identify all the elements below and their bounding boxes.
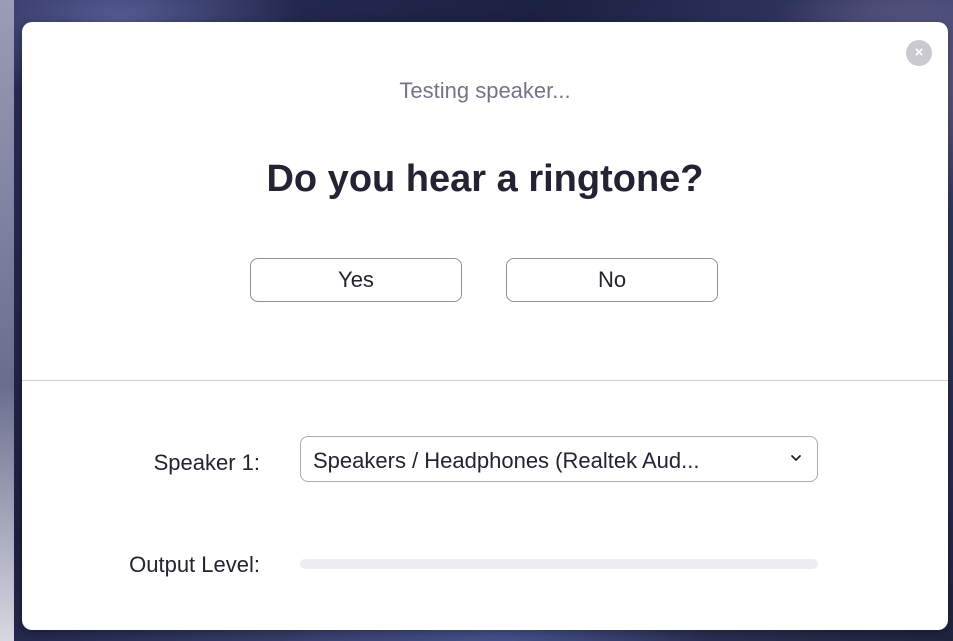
background-window-edge <box>0 0 14 641</box>
question-heading: Do you hear a ringtone? <box>266 158 704 200</box>
no-button[interactable]: No <box>506 258 718 302</box>
speaker-select[interactable]: Speakers / Headphones (Realtek Aud... <box>300 436 818 482</box>
chevron-down-icon <box>791 455 801 461</box>
speaker-label: Speaker 1: <box>153 450 260 475</box>
close-icon[interactable]: × <box>906 40 932 66</box>
speaker-test-dialog: × Testing speaker... Do you hear a ringt… <box>22 22 948 630</box>
speaker-select-value: Speakers / Headphones (Realtek Aud... <box>313 448 700 473</box>
output-level-meter <box>300 559 818 569</box>
output-level-label: Output Level: <box>129 552 260 577</box>
status-text: Testing speaker... <box>399 78 571 103</box>
yes-button[interactable]: Yes <box>250 258 462 302</box>
section-divider <box>22 380 948 381</box>
